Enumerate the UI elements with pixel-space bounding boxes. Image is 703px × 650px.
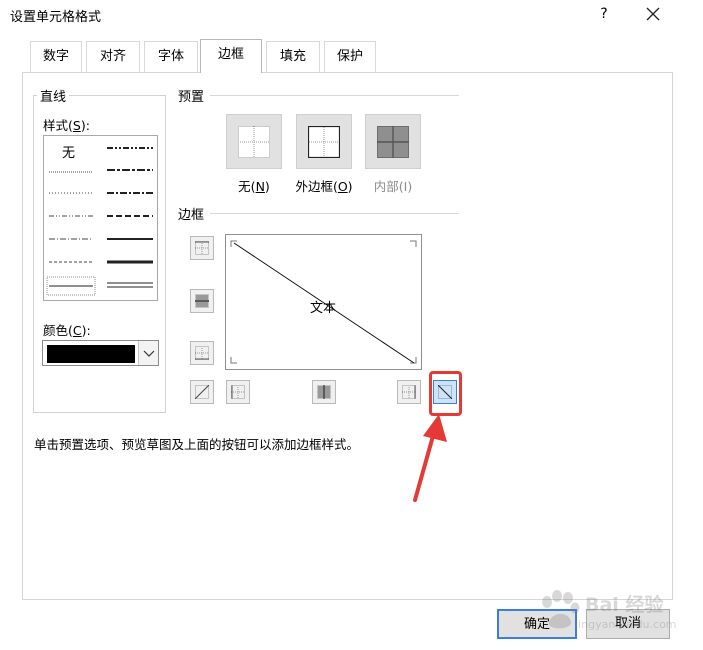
color-picker[interactable] bbox=[42, 340, 159, 366]
tab-protection[interactable]: 保护 bbox=[324, 41, 376, 72]
border-bottom-icon bbox=[195, 346, 209, 360]
tab-fill[interactable]: 填充 bbox=[266, 41, 320, 72]
border-inside-horizontal-icon bbox=[195, 294, 209, 308]
preset-outline-button[interactable] bbox=[296, 114, 352, 169]
border-inside-vertical-icon bbox=[317, 385, 331, 399]
style-label-key: S bbox=[72, 118, 81, 133]
hint-text: 单击预置选项、预览草图及上面的按钮可以添加边框样式。 bbox=[34, 437, 360, 452]
style-label-prefix: 样式( bbox=[43, 118, 73, 133]
preset-inside-icon bbox=[377, 126, 409, 158]
border-separator bbox=[210, 213, 459, 214]
preset-inside-button[interactable] bbox=[365, 114, 421, 169]
preset-outline-label-suffix: ) bbox=[347, 179, 353, 194]
baidu-watermark: Bai 经验 jingyan.baidu.com bbox=[537, 588, 687, 642]
close-button[interactable] bbox=[640, 3, 666, 25]
preset-outline-label-prefix: 外边框( bbox=[295, 179, 338, 194]
presets-title: 预置 bbox=[175, 86, 208, 105]
color-label-key: C bbox=[72, 323, 82, 338]
preset-none-button[interactable] bbox=[226, 114, 282, 169]
color-swatch bbox=[47, 345, 135, 363]
preset-none-label: 无(N) bbox=[232, 176, 276, 195]
tab-label: 保护 bbox=[336, 49, 363, 64]
close-icon bbox=[646, 7, 660, 21]
border-inside-vertical-button[interactable] bbox=[312, 380, 336, 404]
help-icon: ? bbox=[600, 6, 608, 22]
chevron-down-icon bbox=[143, 350, 155, 357]
line-group-title: 直线 bbox=[37, 86, 70, 105]
preset-none-label-key: N bbox=[255, 179, 265, 194]
border-right-button[interactable] bbox=[397, 380, 421, 404]
border-group-title: 边框 bbox=[175, 204, 208, 223]
preview-text: 文本 bbox=[310, 301, 337, 316]
color-label-prefix: 颜色( bbox=[43, 323, 73, 338]
annotation-arrow-icon bbox=[413, 414, 447, 502]
tab-font[interactable]: 字体 bbox=[144, 41, 198, 72]
dialog-title: 设置单元格格式 bbox=[10, 10, 102, 25]
tab-border[interactable]: 边框 bbox=[200, 39, 262, 73]
border-right-icon bbox=[402, 385, 416, 399]
diagonal-up-icon bbox=[195, 385, 209, 399]
color-label: 颜色(C): bbox=[43, 320, 91, 339]
tab-label: 填充 bbox=[279, 49, 306, 64]
preset-outline-label: 外边框(O) bbox=[288, 176, 360, 195]
tab-alignment[interactable]: 对齐 bbox=[86, 41, 140, 72]
preset-outline-icon bbox=[307, 125, 341, 159]
border-left-button[interactable] bbox=[226, 380, 250, 404]
border-inside-horizontal-button[interactable] bbox=[190, 289, 214, 313]
color-dropdown-button[interactable] bbox=[138, 341, 158, 365]
tab-label: 对齐 bbox=[99, 49, 126, 64]
watermark-sub-text: jingyan.baidu.com bbox=[575, 618, 677, 631]
tab-label: 字体 bbox=[157, 49, 184, 64]
color-label-suffix: ): bbox=[81, 323, 91, 338]
title-bar: 设置单元格格式 ? bbox=[0, 0, 703, 32]
presets-separator bbox=[210, 95, 459, 96]
preset-none-label-suffix: ) bbox=[264, 179, 270, 194]
preset-outline-label-key: O bbox=[337, 179, 348, 194]
tab-label: 边框 bbox=[217, 47, 244, 62]
border-bottom-button[interactable] bbox=[190, 341, 214, 365]
line-style-swatches bbox=[46, 147, 153, 296]
border-top-icon bbox=[195, 241, 209, 255]
watermark-main-text: Bai 经验 bbox=[585, 594, 664, 616]
help-button[interactable]: ? bbox=[593, 3, 615, 25]
preset-none-label-prefix: 无( bbox=[238, 179, 256, 194]
tab-number[interactable]: 数字 bbox=[30, 41, 82, 72]
preset-inside-label: 内部(I) bbox=[373, 179, 413, 194]
tab-label: 数字 bbox=[42, 49, 69, 64]
style-label-suffix: ): bbox=[80, 118, 90, 133]
line-style-list[interactable]: 无 bbox=[43, 135, 158, 301]
border-top-button[interactable] bbox=[190, 236, 214, 260]
style-label: 样式(S): bbox=[43, 115, 90, 134]
border-left-icon bbox=[231, 385, 245, 399]
diagonal-up-button[interactable] bbox=[190, 380, 214, 404]
preset-none-icon bbox=[238, 126, 270, 158]
